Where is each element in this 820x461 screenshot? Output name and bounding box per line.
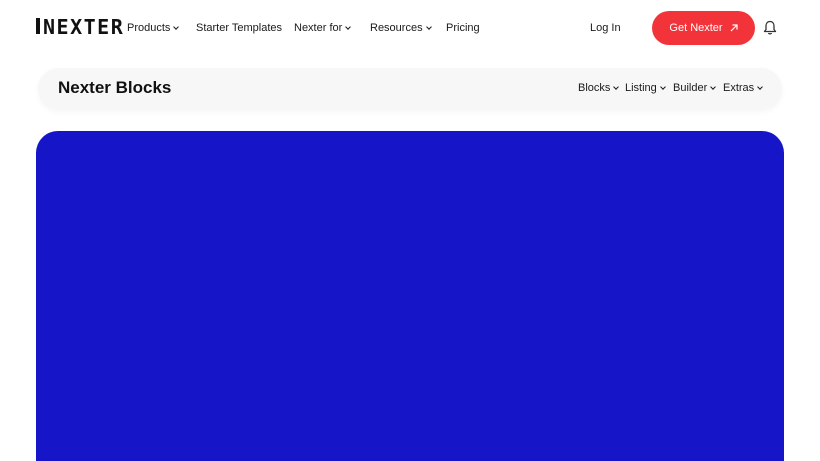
page-title: Nexter Blocks — [58, 78, 172, 97]
nav-pricing[interactable]: Pricing — [446, 20, 480, 36]
subnav-blocks[interactable]: Blocks — [578, 82, 620, 94]
nav-nexter-for[interactable]: Nexter for — [294, 20, 352, 36]
chevron-down-icon — [659, 83, 666, 90]
subnav-blocks-label: Blocks — [578, 82, 611, 94]
subnav-extras[interactable]: Extras — [723, 82, 764, 94]
nav-products[interactable]: Products — [127, 20, 180, 36]
nav-pricing-label: Pricing — [446, 22, 480, 34]
bell-icon[interactable] — [763, 20, 777, 36]
get-nexter-button[interactable]: Get Nexter — [652, 11, 755, 45]
subnav-listing-label: Listing — [625, 82, 657, 94]
chevron-down-icon — [710, 83, 717, 90]
logo-mark — [36, 17, 40, 38]
login-link[interactable]: Log In — [590, 20, 621, 36]
hero-banner — [36, 131, 784, 461]
chevron-down-icon — [613, 83, 620, 90]
nav-resources-label: Resources — [370, 22, 423, 34]
nav-resources[interactable]: Resources — [370, 20, 432, 36]
chevron-down-icon — [173, 23, 180, 30]
subnav-listing[interactable]: Listing — [625, 82, 666, 94]
nav-nexter-for-label: Nexter for — [294, 22, 343, 34]
subnav-builder[interactable]: Builder — [673, 82, 717, 94]
top-navigation: NEXTER Products Starter Templates Nexter… — [0, 0, 820, 56]
nexter-blocks-subnav: Nexter Blocks Blocks Listing Builder Ext… — [38, 68, 782, 110]
arrow-up-right-icon — [730, 24, 738, 32]
nav-products-label: Products — [127, 22, 171, 34]
chevron-down-icon — [345, 23, 352, 30]
subnav-extras-label: Extras — [723, 82, 755, 94]
nexter-logo[interactable]: NEXTER — [36, 15, 124, 39]
chevron-down-icon — [425, 23, 432, 30]
logo-text: NEXTER — [43, 15, 125, 39]
login-label: Log In — [590, 22, 621, 34]
chevron-down-icon — [757, 83, 764, 90]
nav-starter-templates[interactable]: Starter Templates — [196, 20, 282, 36]
nav-starter-templates-label: Starter Templates — [196, 22, 283, 34]
subnav-builder-label: Builder — [673, 82, 708, 94]
get-nexter-label: Get Nexter — [669, 22, 723, 34]
